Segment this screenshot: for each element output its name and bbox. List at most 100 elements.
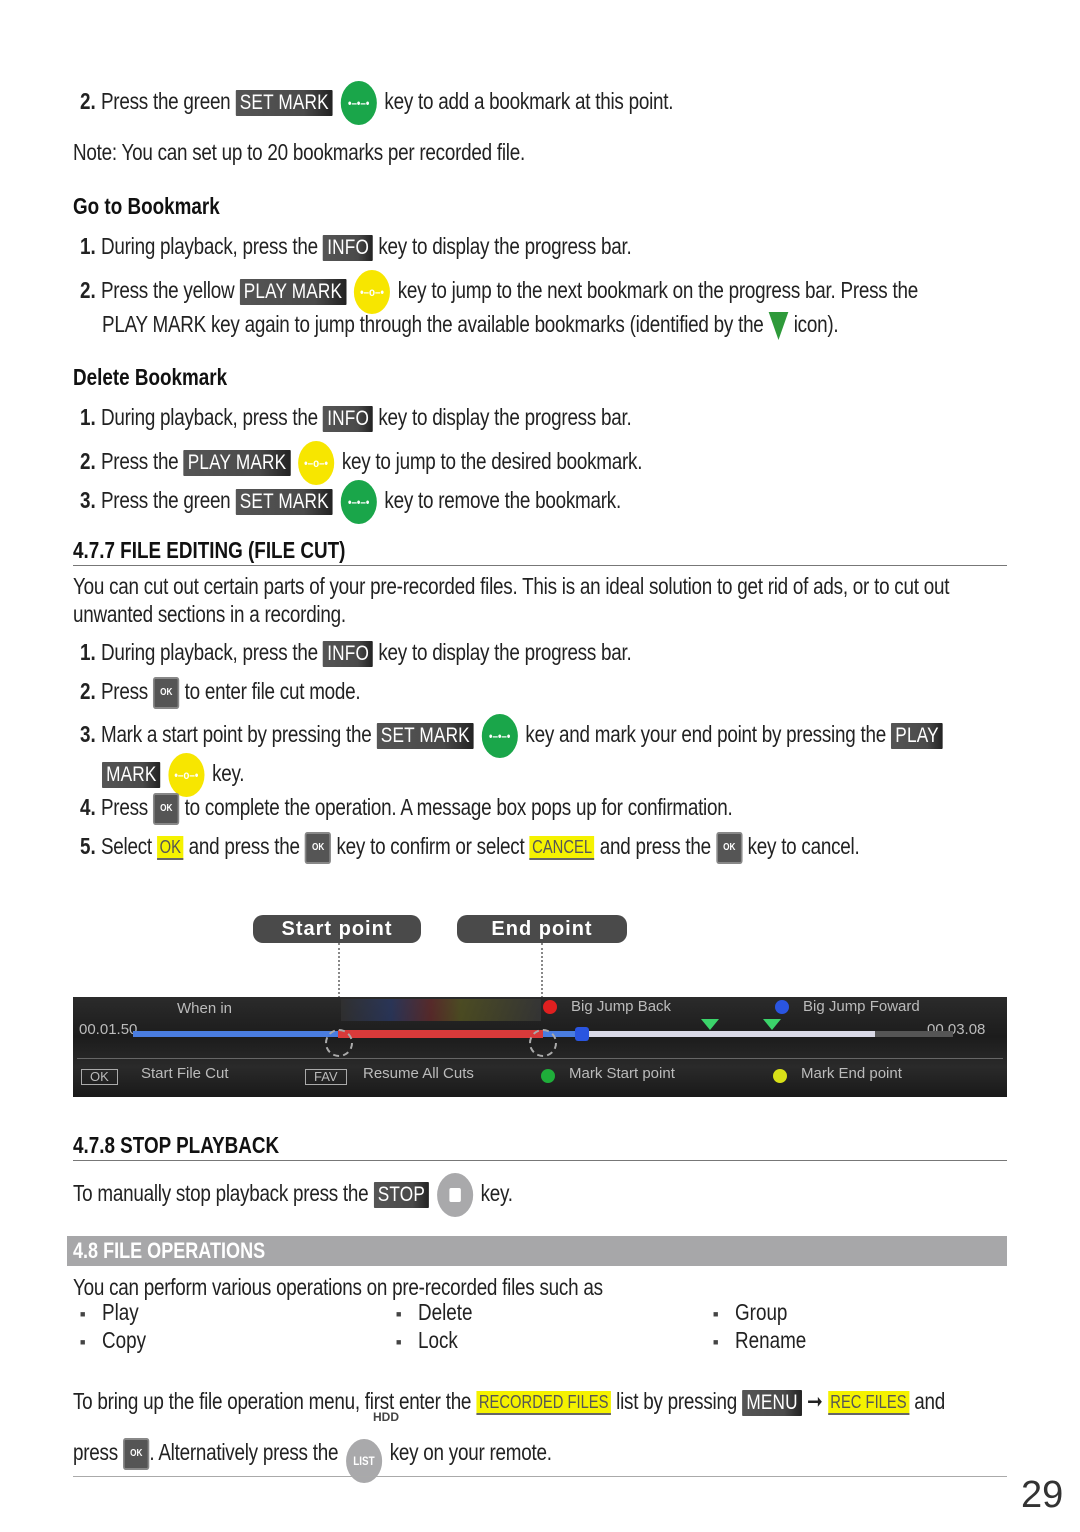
file-cut-screenshot: Start point End point When in Big Jump B… <box>73 905 1007 1097</box>
bookmark-triangle-icon <box>768 311 789 340</box>
note: Note: You can set up to 20 bookmarks per… <box>73 137 624 167</box>
set-mark-green-icon: •–•–• <box>340 81 377 125</box>
paragraph-text: key on your remote. <box>389 1439 552 1466</box>
step-text: and press the <box>188 833 300 859</box>
stop-button-icon <box>436 1173 473 1217</box>
step-number: 4. <box>80 794 96 820</box>
step-text: to enter file cut mode. <box>184 678 361 704</box>
operation-item: Play <box>80 1299 147 1326</box>
file-editing-intro-2: unwanted sections in a recording. <box>73 599 406 629</box>
ok-key-icon: OK <box>153 792 180 825</box>
ok-button-box: OK <box>81 1069 118 1085</box>
fav-button-box: FAV <box>305 1069 347 1085</box>
go-to-bookmark-heading: Go to Bookmark <box>73 193 220 219</box>
play-mark-yellow-icon: •–o–• <box>353 270 391 314</box>
goto-step-2-cont: PLAY MARK key again to jump through the … <box>102 309 1000 340</box>
step-text: PLAY MARK key again to jump through the … <box>102 311 764 337</box>
ok-key-icon: OK <box>153 676 180 709</box>
delete-bookmark-heading: Delete Bookmark <box>73 364 228 390</box>
step-text: key to add a bookmark at this point. <box>384 88 674 115</box>
section-divider <box>73 565 1007 566</box>
step-text: key to jump to the desired bookmark. <box>341 448 643 475</box>
step-text: Press the <box>100 448 179 475</box>
play-mark-key: PLAY MARK <box>239 279 347 305</box>
time-start: 00.01.50 <box>79 1021 138 1038</box>
cut-step-4: 4. Press OK to complete the operation. A… <box>80 792 876 825</box>
cut-step-5: 5. Select OK and press the OK key to con… <box>80 831 1031 864</box>
file-editing-heading: 4.7.7 FILE EDITING (FILE CUT) <box>73 537 346 563</box>
step-number: 5. <box>80 833 96 859</box>
paragraph-text: list by pressing <box>616 1388 737 1414</box>
rec-files-highlight: REC FILES <box>827 1390 910 1415</box>
recorded-files-highlight: RECORDED FILES <box>476 1390 611 1415</box>
operation-item: Group <box>713 1299 799 1326</box>
step-text: to complete the operation. A message box… <box>184 794 733 820</box>
start-marker <box>325 1029 353 1057</box>
paragraph-text: and <box>914 1388 946 1414</box>
step-text: During playback, press the <box>100 639 318 665</box>
step-text: key and mark your end point by pressing … <box>525 721 886 748</box>
step-text: key to cancel. <box>747 833 860 859</box>
paragraph-text: key. <box>480 1180 513 1207</box>
big-jump-forward-label: Big Jump Foward <box>803 998 920 1015</box>
step-number: 2. <box>80 678 96 704</box>
playhead[interactable] <box>575 1027 589 1041</box>
red-button-icon <box>543 1000 557 1014</box>
stop-playback-heading: 4.7.8 STOP PLAYBACK <box>73 1132 280 1158</box>
paragraph-text: You can cut out certain parts of your pr… <box>73 573 950 599</box>
step-text: During playback, press the <box>100 404 318 430</box>
operation-item: Lock <box>396 1327 467 1354</box>
progress-panel: When in Big Jump Back Big Jump Foward 00… <box>73 997 1007 1097</box>
play-mark-key-part2: MARK <box>102 762 161 788</box>
file-ops-intro: You can perform various operations on pr… <box>73 1272 719 1302</box>
delete-step-3: 3. Press the green SET MARK •–•–• key to… <box>80 480 740 524</box>
ok-key-icon: OK <box>123 1438 150 1470</box>
footer-rule <box>73 1476 1007 1477</box>
step-text: key to display the progress bar. <box>378 233 632 259</box>
mark-start-point-label: Mark Start point <box>569 1065 675 1082</box>
step-text: key to confirm or select <box>336 833 525 859</box>
file-ops-para-2: press OK. Alternatively press the LIST k… <box>73 1425 657 1483</box>
paragraph-text: To manually stop playback press the <box>73 1180 369 1207</box>
set-mark-key: SET MARK <box>235 489 333 515</box>
yellow-button-icon <box>773 1069 787 1083</box>
section-divider <box>73 1160 1007 1161</box>
ok-key-icon: OK <box>716 831 743 864</box>
hdd-label: HDD <box>373 1410 399 1424</box>
step-text: Press the green <box>100 487 231 514</box>
stop-key: STOP <box>373 1182 430 1208</box>
end-point-tag: End point <box>457 915 627 943</box>
operation-item: Rename <box>713 1327 822 1354</box>
step-text: Select <box>100 833 152 859</box>
operation-item: Delete <box>396 1299 484 1326</box>
note-text: Note: You can set up to 20 bookmarks per… <box>73 139 525 165</box>
start-file-cut-label: Start File Cut <box>141 1065 229 1082</box>
ok-highlight: OK <box>157 835 184 860</box>
step-text: key. <box>212 760 245 787</box>
paragraph-text: You can perform various operations on pr… <box>73 1274 603 1300</box>
cancel-highlight: CANCEL <box>529 835 595 860</box>
cut-step-3-cont: MARK •–o–• key. <box>102 753 276 797</box>
step-text: Mark a start point by pressing the <box>100 721 372 748</box>
step-text: Press the green <box>100 88 231 115</box>
step-number: 2. <box>80 88 96 115</box>
bookmark-marker <box>763 1019 781 1030</box>
set-mark-step: 2. Press the green SET MARK •–•–• key to… <box>80 81 804 125</box>
paragraph-text: . Alternatively press the <box>149 1439 339 1466</box>
step-text: key to jump to the next bookmark on the … <box>397 277 918 304</box>
step-text: Press <box>100 794 148 820</box>
page-number: 29 <box>1021 1474 1064 1516</box>
step-number: 3. <box>80 487 96 514</box>
resume-all-cuts-label: Resume All Cuts <box>363 1065 474 1082</box>
step-number: 1. <box>80 639 96 665</box>
green-button-icon <box>541 1069 555 1083</box>
step-text: key to display the progress bar. <box>378 639 632 665</box>
cut-step-3: 3. Mark a start point by pressing the SE… <box>80 714 1080 758</box>
step-text: Press <box>100 678 148 704</box>
step-text: Press the yellow <box>100 277 235 304</box>
set-mark-key: SET MARK <box>376 723 474 749</box>
play-mark-yellow-icon: •–o–• <box>298 441 335 485</box>
progress-played <box>133 1031 338 1037</box>
step-number: 2. <box>80 277 96 304</box>
set-mark-green-icon: •–•–• <box>340 480 377 524</box>
